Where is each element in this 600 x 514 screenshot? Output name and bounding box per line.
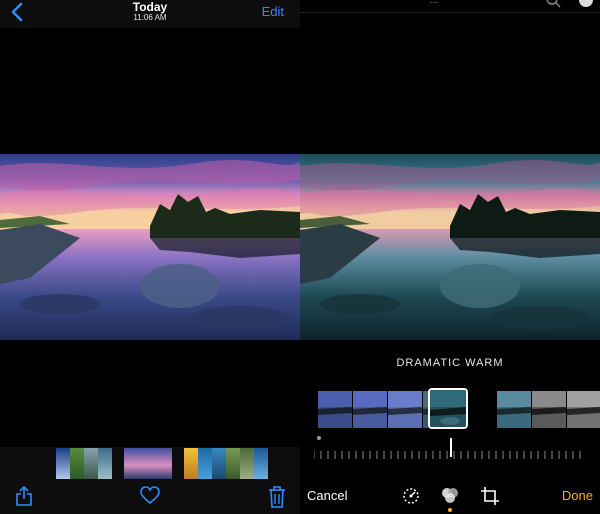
- filter-thumbnail[interactable]: [532, 391, 566, 428]
- photo-viewer-pane: Today 11:06 AM Edit: [0, 0, 300, 514]
- top-nav-bar: Today 11:06 AM Edit: [0, 0, 300, 28]
- cancel-button[interactable]: Cancel: [307, 488, 347, 503]
- filter-thumbnail[interactable]: [318, 391, 352, 428]
- filters-icon[interactable]: [440, 486, 460, 506]
- bottom-toolbar: [0, 447, 300, 514]
- thumbnail[interactable]: [254, 448, 268, 479]
- done-button[interactable]: Done: [562, 488, 593, 503]
- photo-filtered-preview: [300, 154, 600, 340]
- thumbnail-strip[interactable]: [56, 448, 268, 479]
- active-tool-indicator: [448, 508, 452, 512]
- thumbnail[interactable]: [226, 448, 240, 479]
- filter-thumbnail[interactable]: [497, 391, 531, 428]
- slider-indicator[interactable]: [450, 438, 452, 457]
- filter-thumbnail[interactable]: [353, 391, 387, 428]
- share-icon[interactable]: [15, 485, 33, 506]
- selected-filter-thumbnail[interactable]: [428, 388, 468, 429]
- photo-original: [0, 154, 300, 340]
- crop-icon[interactable]: [480, 486, 500, 506]
- thumbnail[interactable]: [98, 448, 112, 479]
- top-partial-bar: ...: [300, 0, 600, 13]
- filter-name-label: DRAMATIC WARM: [396, 357, 504, 369]
- edit-button[interactable]: Edit: [262, 4, 284, 19]
- trash-icon[interactable]: [268, 486, 286, 508]
- filter-thumbnail[interactable]: [388, 391, 422, 428]
- filter-thumbnail[interactable]: [567, 391, 600, 428]
- thumbnail[interactable]: [240, 448, 254, 479]
- thumbnail[interactable]: [56, 448, 70, 479]
- intensity-origin-dot: [317, 436, 321, 440]
- intensity-slider[interactable]: [314, 449, 584, 461]
- top-partial-text: ...: [430, 0, 438, 5]
- adjust-dial-icon[interactable]: [401, 486, 421, 506]
- search-icon[interactable]: [545, 0, 561, 8]
- nav-title: Today: [132, 0, 168, 14]
- photo-editor-pane: ... DRAMATIC WARM Cancel Done: [300, 0, 600, 514]
- thumbnail[interactable]: [84, 448, 98, 479]
- thumbnail[interactable]: [70, 448, 84, 479]
- thumbnail[interactable]: [212, 448, 226, 479]
- thumbnail[interactable]: [124, 448, 172, 479]
- heart-icon[interactable]: [140, 486, 160, 506]
- thumbnail[interactable]: [198, 448, 212, 479]
- thumbnail[interactable]: [184, 448, 198, 479]
- nav-time: 11:06 AM: [133, 13, 167, 22]
- avatar[interactable]: [579, 0, 593, 7]
